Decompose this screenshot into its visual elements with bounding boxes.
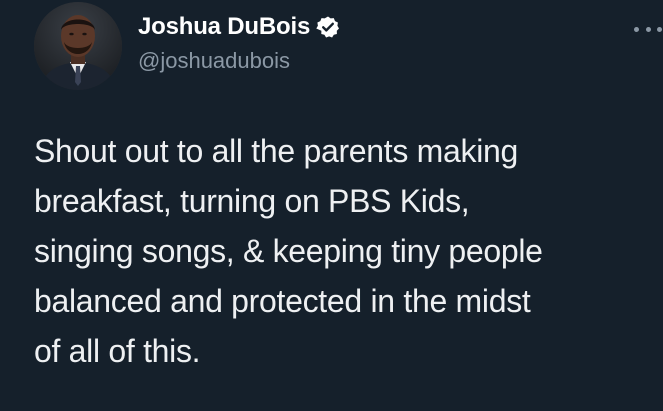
author-names: Joshua DuBois @joshuadubois	[138, 10, 340, 74]
tweet-text: Shout out to all the parents making brea…	[34, 126, 646, 376]
verified-badge-icon	[316, 15, 340, 39]
dot	[634, 26, 639, 32]
avatar-photo	[34, 2, 122, 90]
tweet-card: Joshua DuBois @joshuadubois Shout out to…	[0, 0, 663, 411]
avatar[interactable]	[34, 2, 122, 90]
tweet-text-line: balanced and protected in the midst	[34, 283, 531, 319]
more-horizontal-icon[interactable]	[634, 22, 662, 36]
tweet-text-line: Shout out to all the parents making	[34, 133, 519, 169]
tweet-text-line: singing songs, & keeping tiny people	[34, 233, 543, 269]
user-handle[interactable]: @joshuadubois	[138, 48, 340, 74]
tweet-header: Joshua DuBois @joshuadubois	[34, 0, 662, 94]
dot	[657, 26, 662, 32]
dot	[645, 26, 651, 32]
display-name[interactable]: Joshua DuBois	[138, 13, 310, 41]
tweet-text-line: breakfast, turning on PBS Kids,	[34, 183, 470, 219]
tweet-text-line: of all of this.	[34, 333, 201, 369]
display-name-row: Joshua DuBois	[138, 10, 340, 44]
